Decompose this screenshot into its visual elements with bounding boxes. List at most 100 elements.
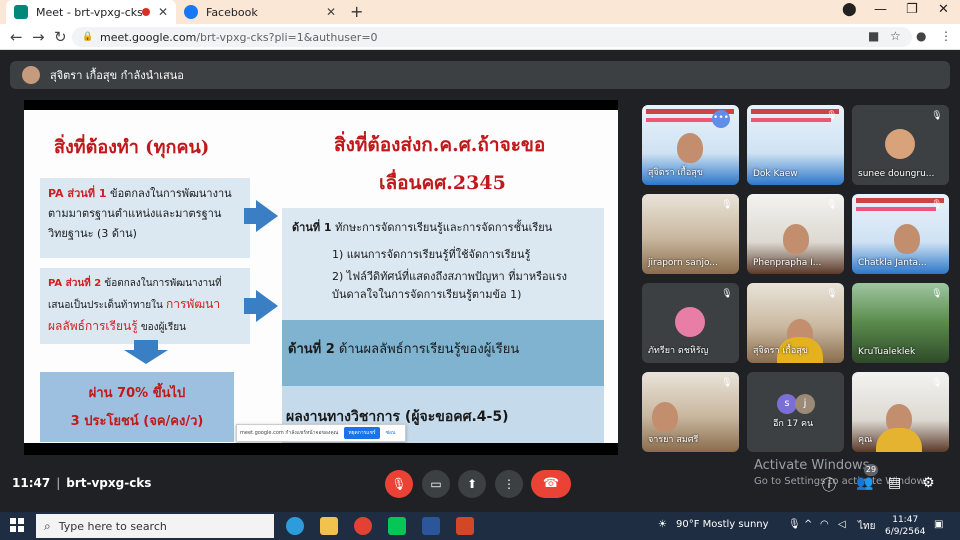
others-tile[interactable]: s j อีก 17 คน: [747, 372, 844, 452]
meeting-details-icon[interactable]: ⓘ: [822, 475, 836, 495]
wifi-icon[interactable]: ◠: [820, 519, 829, 530]
facebook-favicon-icon: [184, 5, 198, 19]
camera-button[interactable]: ▭: [422, 470, 450, 498]
meeting-info: 11:47 | brt-vpxg-cks: [12, 476, 152, 490]
maximize-button[interactable]: ❐: [906, 2, 918, 17]
reload-icon[interactable]: ↻: [54, 28, 67, 46]
share-popup-text: meet.google.com กำลังแชร์หน้าจอของคุณ: [240, 430, 339, 436]
activate-windows-subtitle: Go to Settings to activate Windows.: [754, 476, 934, 487]
participant-tile[interactable]: 🎙 Chatkla Janta...: [852, 194, 949, 274]
extension-icon[interactable]: ●: [916, 29, 926, 43]
forward-arrow-icon[interactable]: →: [32, 28, 45, 46]
dimension-2-box: ด้านที่ 2 ด้านผลลัพธ์การเรียนรู้ของผู้เร…: [282, 320, 604, 386]
more-options-icon[interactable]: •••: [712, 110, 730, 128]
shared-screen: สิ่งที่ต้องทำ (ทุกคน) สิ่งที่ต้องส่งก.ค.…: [24, 100, 618, 455]
presenter-avatar: [22, 66, 40, 84]
mic-off-icon: 🎙: [826, 111, 838, 121]
tray-chevron-icon[interactable]: ^: [804, 519, 812, 530]
mic-off-button[interactable]: 🎙: [385, 470, 413, 498]
tab-facebook[interactable]: Facebook ✕: [176, 0, 344, 24]
tab-strip: Meet - brt-vpxg-cks ✕ Facebook ✕ + ⬤ — ❐…: [0, 0, 960, 24]
close-window-button[interactable]: ✕: [938, 2, 949, 17]
file-explorer-icon[interactable]: [320, 517, 338, 535]
participant-tile[interactable]: ••• สุจิตรา เกื้อสุข: [642, 105, 739, 185]
participant-tile[interactable]: 🎙 จารยา สมศรี: [642, 372, 739, 452]
language-indicator[interactable]: ไทย: [858, 519, 875, 534]
address-bar[interactable]: 🔒 meet.google.com /brt-vpxg-cks?pli=1&au…: [72, 27, 912, 47]
volume-icon[interactable]: ◁: [838, 519, 846, 530]
close-tab-icon[interactable]: ✕: [326, 5, 336, 19]
dim1-item-2: 2) ไฟล์วีดิทัศน์ที่แสดงถึงสภาพปัญหา ที่ม…: [332, 270, 568, 301]
participant-tile[interactable]: 🎙 KruTualeklek: [852, 283, 949, 363]
notifications-icon[interactable]: ▣: [934, 519, 943, 530]
presenter-text: สุจิตรา เกื้อสุข กำลังนำเสนอ: [50, 69, 184, 82]
participant-tile[interactable]: 🎙 Dok Kaew: [747, 105, 844, 185]
participant-tile[interactable]: 🎙 สุจิตรา เกื้อสุข: [747, 283, 844, 363]
present-screen-button[interactable]: ⬆: [458, 470, 486, 498]
participant-name: สุจิตรา เกื้อสุข: [648, 168, 703, 178]
back-arrow-icon[interactable]: ←: [10, 28, 23, 46]
windows-start-icon[interactable]: [10, 518, 24, 532]
right-arrow-icon: [244, 290, 278, 322]
weather-icon: ☀: [658, 519, 667, 530]
participant-tile[interactable]: 🎙 ภัทรียา ดชหิรัญ: [642, 283, 739, 363]
participant-avatar: [675, 307, 705, 337]
windows-taskbar: ⌕ Type here to search ☀ 90°F Mostly sunn…: [0, 512, 960, 540]
clock-time: 11:47: [892, 515, 919, 525]
word-icon[interactable]: [422, 517, 440, 535]
mic-off-icon: 🎙: [931, 378, 943, 388]
tab-meet[interactable]: Meet - brt-vpxg-cks ✕: [6, 0, 176, 24]
participant-name: ภัทรียา ดชหิรัญ: [648, 346, 709, 356]
weather-text[interactable]: 90°F Mostly sunny: [676, 519, 769, 530]
menu-dots-icon[interactable]: ⋮: [940, 29, 952, 43]
participant-face: [783, 224, 809, 254]
camera-icon[interactable]: ■: [868, 29, 879, 43]
pass-criteria-box: ผ่าน 70% ขึ้นไป 3 ประโยชน์ (จค/คง/ว): [40, 372, 234, 442]
minimize-button[interactable]: —: [874, 2, 887, 17]
participant-name: KruTualeklek: [858, 347, 916, 357]
meeting-code: brt-vpxg-cks: [66, 476, 152, 490]
people-icon[interactable]: 👥: [856, 475, 873, 491]
mic-off-icon: 🎙: [931, 289, 943, 299]
chat-icon[interactable]: ▤: [888, 475, 901, 491]
stop-sharing-button[interactable]: หยุดการแชร์: [344, 427, 380, 439]
participant-face: [677, 133, 703, 163]
slide-right-title-2: เลื่อนคศ.2345: [379, 172, 506, 194]
meet-favicon-icon: [14, 5, 28, 19]
taskbar-search-input[interactable]: ⌕ Type here to search: [36, 514, 274, 538]
participant-tile[interactable]: 🎙 Phenprapha I...: [747, 194, 844, 274]
system-clock[interactable]: 11:47 6/9/2564: [885, 514, 925, 538]
line-icon[interactable]: [388, 517, 406, 535]
participant-tile[interactable]: 🎙 sunee doungru...: [852, 105, 949, 185]
powerpoint-icon[interactable]: [456, 517, 474, 535]
others-avatar-j: j: [795, 394, 815, 414]
chrome-icon[interactable]: [354, 517, 372, 535]
tab-title: Meet - brt-vpxg-cks: [36, 5, 142, 19]
mic-off-icon: 🎙: [721, 200, 733, 210]
new-tab-button[interactable]: +: [350, 2, 363, 21]
hide-popup-button[interactable]: ซ่อน: [386, 429, 396, 437]
profile-dot-icon[interactable]: ⬤: [842, 2, 857, 17]
dim2-text: ด้านผลลัพธ์การเรียนรู้ของผู้เรียน: [338, 342, 520, 357]
leave-call-button[interactable]: ☎: [531, 470, 571, 498]
activities-icon[interactable]: ⚙: [922, 475, 935, 491]
close-tab-icon[interactable]: ✕: [158, 5, 168, 19]
bookmark-star-icon[interactable]: ☆: [890, 29, 901, 43]
microphone-icon[interactable]: 🎙: [788, 519, 801, 530]
slide-content: สิ่งที่ต้องทำ (ทุกคน) สิ่งที่ต้องส่งก.ค.…: [24, 110, 618, 443]
meeting-time: 11:47: [12, 476, 51, 490]
participant-name: sunee doungru...: [858, 169, 935, 179]
pa-part-2-box: PA ส่วนที่ 2 ข้อตกลงในการพัฒนางานที่เสนอ…: [40, 268, 250, 344]
mic-off-icon: 🎙: [931, 111, 943, 121]
pa2-key: PA ส่วนที่ 2: [48, 278, 102, 289]
pa2-text-2: ของผู้เรียน: [140, 322, 186, 333]
participant-tile[interactable]: 🎙 jiraporn sanjo...: [642, 194, 739, 274]
dim3-text: ผลงานทางวิชาการ (ผู้จะขอคศ.4-5): [286, 409, 509, 425]
down-arrow-icon: [124, 340, 168, 364]
more-options-button[interactable]: ⋮: [495, 470, 523, 498]
participant-tile-self[interactable]: 🎙 คุณ: [852, 372, 949, 452]
url-host: meet.google.com: [100, 30, 197, 44]
edge-icon[interactable]: [286, 517, 304, 535]
clock-date: 6/9/2564: [885, 527, 926, 537]
participant-name: จารยา สมศรี: [648, 435, 699, 445]
